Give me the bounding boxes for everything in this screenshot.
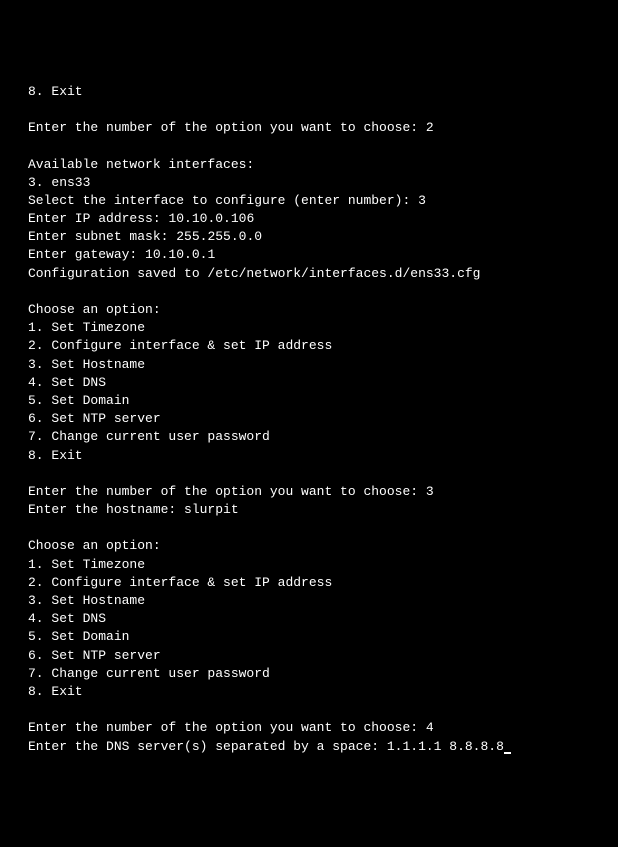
blank-line [28,283,590,301]
menu-item-hostname: 3. Set Hostname [28,356,590,374]
blank-line [28,519,590,537]
menu-item-ntp: 6. Set NTP server [28,647,590,665]
select-interface-prompt: Select the interface to configure (enter… [28,193,418,208]
menu-item-ntp: 6. Set NTP server [28,410,590,428]
mask-value: 255.255.0.0 [176,229,262,244]
terminal-output[interactable]: 8. Exit Enter the number of the option y… [28,83,590,756]
menu-item-exit: 8. Exit [28,83,590,101]
ip-line: Enter IP address: 10.10.0.106 [28,210,590,228]
select-interface-line: Select the interface to configure (enter… [28,192,590,210]
menu-item-dns: 4. Set DNS [28,374,590,392]
dns-line: Enter the DNS server(s) separated by a s… [28,738,590,756]
blank-line [28,465,590,483]
menu-item-password: 7. Change current user password [28,665,590,683]
blank-line [28,701,590,719]
mask-line: Enter subnet mask: 255.255.0.0 [28,228,590,246]
menu-item-dns: 4. Set DNS [28,610,590,628]
dns-value: 1.1.1.1 8.8.8.8 [387,739,504,754]
blank-line [28,137,590,155]
menu-item-interface: 2. Configure interface & set IP address [28,574,590,592]
mask-prompt: Enter subnet mask: [28,229,176,244]
ip-prompt: Enter IP address: [28,211,168,226]
choice-prompt-line: Enter the number of the option you want … [28,719,590,737]
menu-item-interface: 2. Configure interface & set IP address [28,337,590,355]
menu-item-timezone: 1. Set Timezone [28,319,590,337]
menu-item-hostname: 3. Set Hostname [28,592,590,610]
menu-item-exit: 8. Exit [28,683,590,701]
hostname-line: Enter the hostname: slurpit [28,501,590,519]
menu-header: Choose an option: [28,537,590,555]
choice-value: 2 [426,120,434,135]
choice-value: 3 [426,484,434,499]
choice-prompt: Enter the number of the option you want … [28,484,426,499]
gateway-prompt: Enter gateway: [28,247,145,262]
select-interface-value: 3 [418,193,426,208]
menu-item-domain: 5. Set Domain [28,392,590,410]
choice-prompt-line: Enter the number of the option you want … [28,483,590,501]
network-interfaces-header: Available network interfaces: [28,156,590,174]
hostname-prompt: Enter the hostname: [28,502,184,517]
config-saved-line: Configuration saved to /etc/network/inte… [28,265,590,283]
choice-prompt: Enter the number of the option you want … [28,120,426,135]
gateway-value: 10.10.0.1 [145,247,215,262]
hostname-value: slurpit [184,502,239,517]
menu-item-password: 7. Change current user password [28,428,590,446]
gateway-line: Enter gateway: 10.10.0.1 [28,246,590,264]
menu-header: Choose an option: [28,301,590,319]
menu-item-exit: 8. Exit [28,447,590,465]
choice-prompt-line: Enter the number of the option you want … [28,119,590,137]
menu-item-domain: 5. Set Domain [28,628,590,646]
interface-item: 3. ens33 [28,174,590,192]
dns-prompt: Enter the DNS server(s) separated by a s… [28,739,387,754]
menu-item-timezone: 1. Set Timezone [28,556,590,574]
cursor-icon [504,752,511,754]
choice-prompt: Enter the number of the option you want … [28,720,426,735]
choice-value: 4 [426,720,434,735]
ip-value: 10.10.0.106 [168,211,254,226]
blank-line [28,101,590,119]
